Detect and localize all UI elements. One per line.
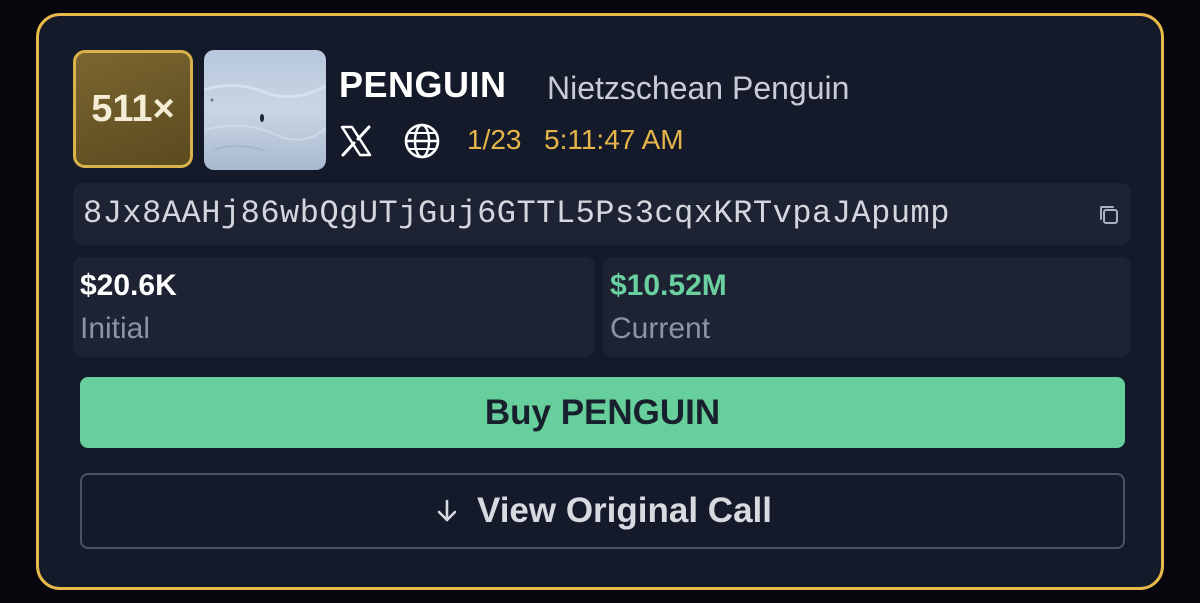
current-label: Current xyxy=(610,312,711,345)
token-name: Nietzschean Penguin xyxy=(547,70,850,106)
arrow-down-icon xyxy=(433,497,461,525)
initial-market-cap: $20.6K Initial xyxy=(73,257,595,357)
multiplier-value: 511× xyxy=(91,87,175,130)
copy-icon[interactable] xyxy=(1097,203,1121,232)
current-value: $10.52M xyxy=(610,269,727,302)
contract-address: 8Jx8AAHj86wbQgUTjGuj6GTTL5Ps3cqxKRTvpaJA… xyxy=(83,195,950,232)
contract-address-box[interactable]: 8Jx8AAHj86wbQgUTjGuj6GTTL5Ps3cqxKRTvpaJA… xyxy=(73,183,1131,245)
view-original-call-button[interactable]: View Original Call xyxy=(80,473,1125,549)
buy-button[interactable]: Buy PENGUIN xyxy=(80,377,1125,448)
initial-label: Initial xyxy=(80,312,151,345)
call-time: 5:11:47 AM xyxy=(544,124,684,155)
multiplier-badge: 511× xyxy=(73,50,193,168)
token-ticker: PENGUIN xyxy=(339,64,507,105)
call-card: 511× PENGUIN Nietzschean Penguin 1/23 5:… xyxy=(36,13,1164,590)
view-button-label: View Original Call xyxy=(476,491,772,530)
buy-button-label: Buy PENGUIN xyxy=(484,392,721,432)
call-date: 1/23 xyxy=(467,124,522,155)
current-market-cap: $10.52M Current xyxy=(603,257,1131,357)
token-image xyxy=(204,50,326,170)
initial-value: $20.6K xyxy=(80,269,177,302)
globe-icon[interactable] xyxy=(403,122,441,165)
x-logo-icon[interactable] xyxy=(339,124,373,163)
